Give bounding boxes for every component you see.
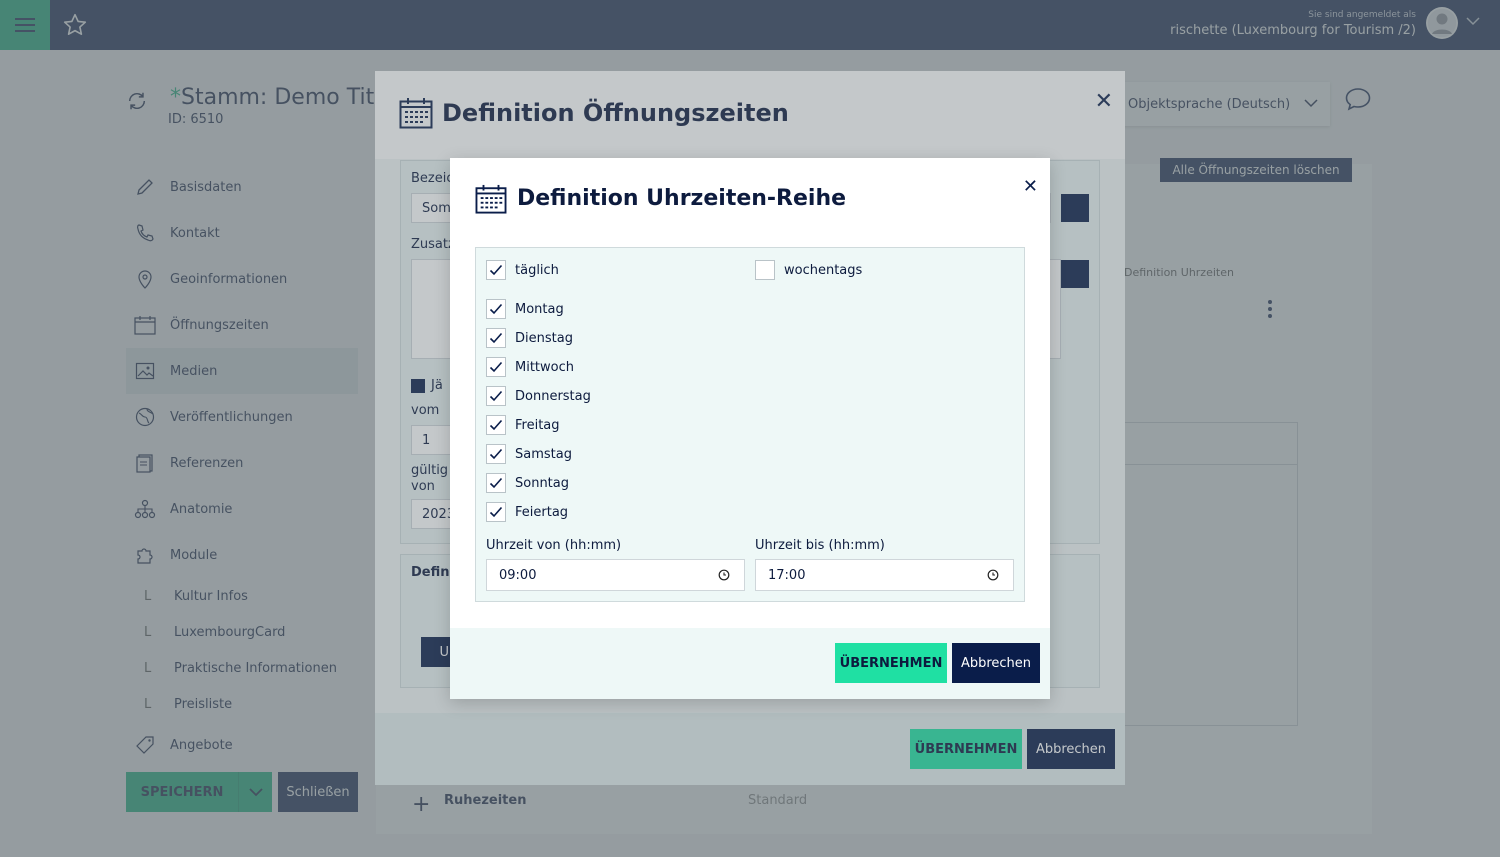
- checkbox-label: Freitag: [515, 417, 560, 433]
- check-icon: [489, 361, 503, 373]
- clock-icon[interactable]: [987, 569, 999, 581]
- time-from-input[interactable]: 09:00: [486, 559, 745, 591]
- day-checkbox-mittwoch[interactable]: Mittwoch: [486, 357, 574, 377]
- modal-time-series: Definition Uhrzeiten-Reihe ✕ täglich woc…: [450, 158, 1050, 699]
- check-icon: [489, 303, 503, 315]
- checkbox[interactable]: [755, 260, 775, 280]
- day-checkbox-samstag[interactable]: Samstag: [486, 444, 572, 464]
- check-icon: [489, 419, 503, 431]
- day-checkbox-freitag[interactable]: Freitag: [486, 415, 560, 435]
- check-icon: [489, 477, 503, 489]
- time-series-form: täglich wochentags Montag Dienstag Mittw…: [475, 247, 1025, 602]
- checkbox[interactable]: [486, 299, 506, 319]
- check-icon: [489, 390, 503, 402]
- checkbox-label: Mittwoch: [515, 359, 574, 375]
- day-checkbox-feiertag[interactable]: Feiertag: [486, 502, 568, 522]
- checkbox-label: Montag: [515, 301, 564, 317]
- checkbox-label: Feiertag: [515, 504, 569, 520]
- close-icon[interactable]: ✕: [1023, 176, 1038, 197]
- time-to-value: 17:00: [768, 567, 806, 583]
- weekdays-checkbox[interactable]: wochentags: [755, 260, 862, 280]
- checkbox-label: Sonntag: [515, 475, 569, 491]
- checkbox[interactable]: [486, 502, 506, 522]
- checkbox[interactable]: [486, 260, 506, 280]
- checkbox-label: täglich: [515, 262, 559, 278]
- modal-footer: ÜBERNEHMEN Abbrechen: [450, 628, 1050, 699]
- checkbox-label: wochentags: [784, 262, 863, 278]
- checkbox-label: Dienstag: [515, 330, 573, 346]
- checkbox[interactable]: [486, 386, 506, 406]
- day-checkbox-sonntag[interactable]: Sonntag: [486, 473, 569, 493]
- daily-checkbox[interactable]: täglich: [486, 260, 559, 280]
- checkbox[interactable]: [486, 328, 506, 348]
- time-to-input[interactable]: 17:00: [755, 559, 1014, 591]
- apply-button[interactable]: ÜBERNEHMEN: [835, 643, 947, 683]
- day-checkbox-montag[interactable]: Montag: [486, 299, 564, 319]
- check-icon: [489, 332, 503, 344]
- day-checkbox-donnerstag[interactable]: Donnerstag: [486, 386, 591, 406]
- check-icon: [489, 448, 503, 460]
- check-icon: [489, 264, 503, 276]
- time-to-label: Uhrzeit bis (hh:mm): [755, 538, 885, 553]
- modal-title: Definition Uhrzeiten-Reihe: [517, 186, 847, 211]
- clock-icon[interactable]: [718, 569, 730, 581]
- checkbox[interactable]: [486, 473, 506, 493]
- day-checkbox-dienstag[interactable]: Dienstag: [486, 328, 573, 348]
- time-from-label: Uhrzeit von (hh:mm): [486, 538, 622, 553]
- checkbox-label: Donnerstag: [515, 388, 591, 404]
- checkbox[interactable]: [486, 415, 506, 435]
- check-icon: [489, 506, 503, 518]
- calendar-icon: [475, 184, 507, 214]
- checkbox[interactable]: [486, 444, 506, 464]
- checkbox[interactable]: [486, 357, 506, 377]
- time-from-value: 09:00: [499, 567, 537, 583]
- cancel-button[interactable]: Abbrechen: [952, 643, 1040, 683]
- checkbox-label: Samstag: [515, 446, 572, 462]
